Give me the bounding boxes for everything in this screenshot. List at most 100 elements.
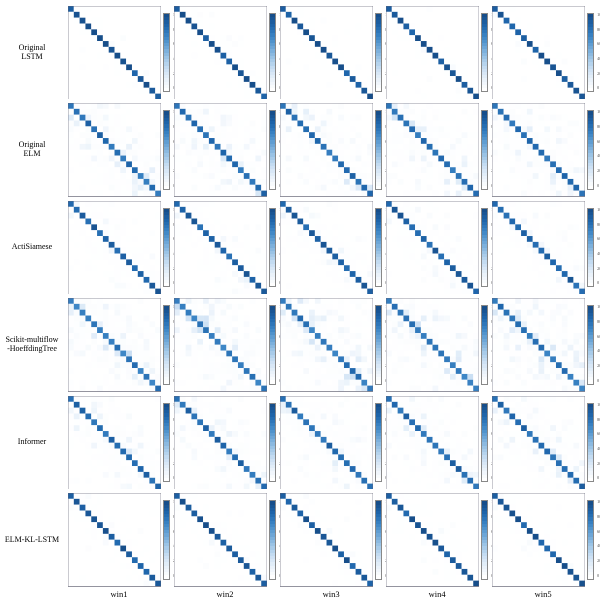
colorbar: 100806040200 xyxy=(269,403,276,482)
colorbar: 100806040200 xyxy=(163,403,170,482)
colorbar: 100806040200 xyxy=(375,305,382,384)
confusion-matrix xyxy=(386,298,479,391)
confusion-matrix xyxy=(174,103,267,196)
row-label-original_elm: Original ELM xyxy=(0,101,66,198)
confusion-matrix xyxy=(386,493,479,586)
colorbar: 100806040200 xyxy=(587,110,594,189)
col-label-win2: win2 xyxy=(172,589,278,605)
heatmap-cell: 100806040200 xyxy=(490,296,596,393)
row-label-informer: Informer xyxy=(0,394,66,491)
confusion-matrix xyxy=(492,298,585,391)
confusion-matrix xyxy=(492,493,585,586)
matrix-wrap: 100806040200 xyxy=(280,6,382,99)
confusion-matrix xyxy=(68,396,161,489)
colorbar: 100806040200 xyxy=(481,403,488,482)
matrix-wrap: 100806040200 xyxy=(492,396,594,489)
heatmap-cell: 100806040200 xyxy=(384,4,490,101)
colorbar: 100806040200 xyxy=(269,110,276,189)
colorbar: 100806040200 xyxy=(587,500,594,579)
row-label-elm_kl_lstm: ELM-KL-LSTM xyxy=(0,491,66,588)
heatmap-cell: 100806040200 xyxy=(172,199,278,296)
matrix-wrap: 100806040200 xyxy=(68,298,170,391)
confusion-matrix xyxy=(492,396,585,489)
heatmap-cell: 100806040200 xyxy=(384,394,490,491)
heatmap-cell: 100806040200 xyxy=(490,394,596,491)
confusion-matrix xyxy=(174,201,267,294)
heatmap-cell: 100806040200 xyxy=(278,4,384,101)
heatmap-cell: 100806040200 xyxy=(172,394,278,491)
colorbar: 100806040200 xyxy=(375,13,382,92)
matrix-wrap: 100806040200 xyxy=(174,298,276,391)
heatmap-cell: 100806040200 xyxy=(490,491,596,588)
matrix-wrap: 100806040200 xyxy=(68,201,170,294)
colorbar: 100806040200 xyxy=(481,500,488,579)
heatmap-cell: 100806040200 xyxy=(490,199,596,296)
colorbar: 100806040200 xyxy=(269,305,276,384)
confusion-matrix xyxy=(280,396,373,489)
heatmap-cell: 100806040200 xyxy=(384,101,490,198)
confusion-matrix xyxy=(68,103,161,196)
col-label-win1: win1 xyxy=(66,589,172,605)
matrix-wrap: 100806040200 xyxy=(386,6,488,99)
colorbar: 100806040200 xyxy=(163,208,170,287)
matrix-wrap: 100806040200 xyxy=(174,6,276,99)
confusion-matrix xyxy=(280,493,373,586)
colorbar: 100806040200 xyxy=(375,110,382,189)
heatmap-cell: 100806040200 xyxy=(172,296,278,393)
matrix-wrap: 100806040200 xyxy=(386,493,488,586)
matrix-wrap: 100806040200 xyxy=(280,201,382,294)
colorbar: 100806040200 xyxy=(375,403,382,482)
confusion-matrix xyxy=(68,493,161,586)
matrix-wrap: 100806040200 xyxy=(174,493,276,586)
confusion-matrix xyxy=(280,6,373,99)
heatmap-cell: 100806040200 xyxy=(490,4,596,101)
matrix-wrap: 100806040200 xyxy=(492,103,594,196)
matrix-wrap: 100806040200 xyxy=(68,103,170,196)
confusion-matrix xyxy=(280,201,373,294)
heatmap-cell: 100806040200 xyxy=(278,491,384,588)
confusion-matrix xyxy=(386,201,479,294)
confusion-matrix xyxy=(492,6,585,99)
colorbar: 100806040200 xyxy=(163,500,170,579)
confusion-matrix xyxy=(68,298,161,391)
heatmap-grid: Original LSTM100806040200100806040200100… xyxy=(0,0,600,525)
heatmap-cell: 100806040200 xyxy=(278,101,384,198)
confusion-matrix xyxy=(386,6,479,99)
col-label-win4: win4 xyxy=(384,589,490,605)
corner-spacer xyxy=(0,589,66,605)
colorbar: 100806040200 xyxy=(269,13,276,92)
matrix-wrap: 100806040200 xyxy=(386,396,488,489)
row-label-actisiamese: ActiSiamese xyxy=(0,199,66,296)
confusion-matrix xyxy=(174,396,267,489)
confusion-matrix xyxy=(492,103,585,196)
confusion-matrix xyxy=(280,298,373,391)
colorbar: 100806040200 xyxy=(375,208,382,287)
heatmap-cell: 100806040200 xyxy=(172,4,278,101)
matrix-wrap: 100806040200 xyxy=(68,6,170,99)
matrix-wrap: 100806040200 xyxy=(68,396,170,489)
matrix-wrap: 100806040200 xyxy=(492,298,594,391)
confusion-matrix xyxy=(280,103,373,196)
confusion-matrix xyxy=(174,298,267,391)
row-label-scikit_multiflow_hoeffding: Scikit-multiflow -HoeffdingTree xyxy=(0,296,66,393)
matrix-wrap: 100806040200 xyxy=(174,396,276,489)
colorbar: 100806040200 xyxy=(481,110,488,189)
matrix-wrap: 100806040200 xyxy=(280,396,382,489)
matrix-wrap: 100806040200 xyxy=(174,103,276,196)
heatmap-cell: 100806040200 xyxy=(278,394,384,491)
matrix-wrap: 100806040200 xyxy=(492,201,594,294)
matrix-wrap: 100806040200 xyxy=(492,493,594,586)
heatmap-cell: 100806040200 xyxy=(66,4,172,101)
confusion-matrix xyxy=(386,103,479,196)
confusion-matrix xyxy=(68,6,161,99)
colorbar: 100806040200 xyxy=(587,403,594,482)
confusion-matrix xyxy=(492,201,585,294)
matrix-wrap: 100806040200 xyxy=(280,298,382,391)
colorbar: 100806040200 xyxy=(163,13,170,92)
col-label-win5: win5 xyxy=(490,589,596,605)
heatmap-cell: 100806040200 xyxy=(384,491,490,588)
heatmap-cell: 100806040200 xyxy=(66,296,172,393)
row-label-original_lstm: Original LSTM xyxy=(0,4,66,101)
matrix-wrap: 100806040200 xyxy=(386,103,488,196)
heatmap-cell: 100806040200 xyxy=(278,296,384,393)
